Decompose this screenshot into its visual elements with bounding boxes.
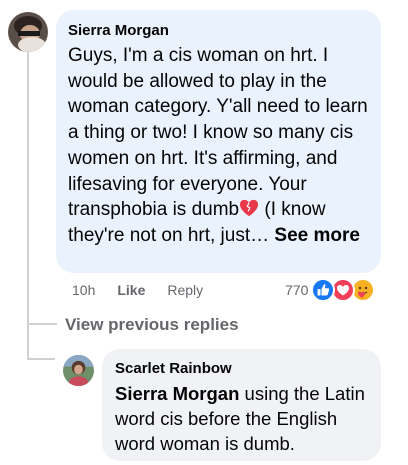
reply-mention[interactable]: Sierra Morgan bbox=[115, 383, 239, 404]
view-previous-replies-link[interactable]: View previous replies bbox=[65, 315, 239, 335]
reply-bubble: Scarlet Rainbow Sierra Morgan using the … bbox=[102, 349, 381, 461]
avatar-scarlet-rainbow[interactable] bbox=[63, 355, 94, 386]
mending-heart-icon bbox=[240, 200, 259, 217]
avatar-sierra-morgan[interactable] bbox=[8, 12, 48, 52]
reply-button[interactable]: Reply bbox=[167, 282, 203, 298]
thread-line-vertical bbox=[27, 52, 29, 355]
reaction-summary[interactable]: 770 bbox=[285, 277, 377, 303]
reaction-icons bbox=[311, 277, 377, 303]
see-more-link[interactable]: See more bbox=[274, 225, 360, 246]
thread-line-elbow-3 bbox=[27, 358, 55, 360]
comment-timestamp[interactable]: 10h bbox=[72, 282, 95, 298]
reply-author[interactable]: Scarlet Rainbow bbox=[115, 360, 369, 378]
like-icon bbox=[311, 278, 336, 302]
comment-author[interactable]: Sierra Morgan bbox=[68, 22, 369, 40]
comment-text-part-1: Guys, I'm a cis woman on hrt. I would be… bbox=[68, 45, 368, 221]
comment-text: Guys, I'm a cis woman on hrt. I would be… bbox=[68, 43, 369, 249]
reply-text: Sierra Morgan using the Latin word cis b… bbox=[115, 381, 369, 456]
comment-bubble: Sierra Morgan Guys, I'm a cis woman on h… bbox=[56, 10, 381, 273]
comment-actions: 10h Like Reply bbox=[72, 282, 225, 298]
reaction-count: 770 bbox=[285, 282, 309, 298]
thread-line-elbow-1 bbox=[27, 323, 57, 325]
like-button[interactable]: Like bbox=[117, 282, 145, 298]
